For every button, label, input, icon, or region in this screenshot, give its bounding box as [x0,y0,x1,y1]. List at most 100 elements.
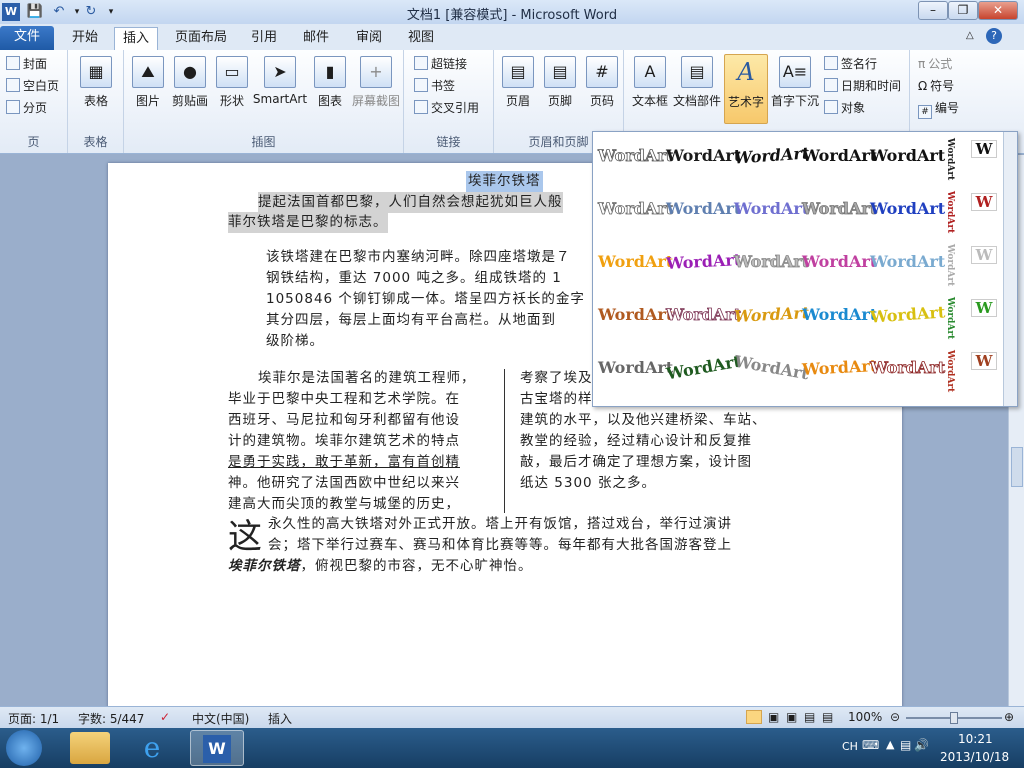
wordart-style-13[interactable]: WordArt [734,252,810,272]
tab-review[interactable]: 审阅 [348,27,390,50]
proofing-icon[interactable]: ✓ [160,710,170,724]
wordart-vertical-style-1[interactable]: WordArt [945,138,955,180]
doc-last-line1[interactable]: 永久性的高大铁塔对外正式开放。塔上开有饭馆，搭过戏台，举行过演讲 [268,514,732,535]
doc-col-right-line4[interactable]: 教堂的经验，经过精心设计和反复推 [520,431,752,452]
doc-para2-line4[interactable]: 其分四层，每层上面均有平台高栏。从地面到 [266,310,556,331]
insert-mode[interactable]: 插入 [268,710,292,727]
doc-col-right-line3[interactable]: 建筑的水平，以及他兴建桥梁、车站、 [520,410,767,431]
wordart-style-15[interactable]: WordArt [870,252,945,271]
quick-parts-button[interactable]: ▤ 文档部件 [672,54,722,124]
wordart-style-16[interactable]: WordArt [598,305,673,324]
wordart-style-12[interactable]: WordArt [666,250,742,273]
web-layout-icon[interactable]: ▣ [786,710,797,724]
bookmark-button[interactable]: 书签 [414,76,455,96]
tab-home[interactable]: 开始 [62,27,108,50]
doc-last-line2[interactable]: 会；塔下举行过赛车、赛马和体育比赛等等。每年都有大批各国游客登上 [268,535,732,556]
table-button[interactable]: ▦ 表格 [74,54,118,124]
doc-col-left-line4[interactable]: 计的建筑物。埃菲尔建筑艺术的特点 [228,431,460,452]
wordart-gallery[interactable]: WordArt WordArt WordArt WordArt WordArt WordA… [592,131,1018,407]
tab-references[interactable]: 引用 [244,27,284,50]
ie-taskbar-icon[interactable]: e [132,732,172,764]
doc-para2-line5[interactable]: 级阶梯。 [266,331,324,352]
network-icon[interactable]: ▤ [900,738,911,752]
tab-page-layout[interactable]: 页面布局 [166,27,236,50]
help-icon[interactable]: ? [986,28,1002,44]
input-language[interactable]: CH [842,740,858,753]
page-break-button[interactable]: 分页 [6,98,47,118]
wordart-w-style-1[interactable]: W [971,140,997,158]
doc-col-left-line2[interactable]: 毕业于巴黎中央工程和艺术学院。在 [228,389,460,410]
wordart-style-23[interactable]: WordArt [733,352,810,384]
zoom-level[interactable]: 100% [848,710,882,724]
doc-last-bold[interactable]: 埃菲尔铁塔 [228,558,301,574]
wordart-style-6[interactable]: WordArt [598,199,674,219]
symbol-button[interactable]: Ω 符号 [918,76,954,96]
wordart-vertical-style-5[interactable]: WordArt [945,350,955,392]
numbering-button[interactable]: # 编号 [918,98,959,119]
doc-col-right-line1[interactable]: 考察了埃及 [520,368,593,389]
volume-icon[interactable]: 🔊 [914,738,929,752]
dropcap-button[interactable]: A≡ 首字下沉 [770,54,820,124]
wordart-style-4[interactable]: WordArt [802,146,877,165]
doc-col-left-line7[interactable]: 建高大而尖顶的教堂与城堡的历史， [228,494,460,515]
gallery-scrollbar[interactable] [1003,132,1017,406]
scrollbar-thumb[interactable] [1011,447,1023,487]
doc-para1-line1[interactable]: 提起法国首都巴黎，人们自然会想起犹如巨人般 [258,192,563,213]
doc-last-rest[interactable]: ，俯视巴黎的市容，无不心旷神怡。 [301,558,533,574]
language[interactable]: 中文(中国) [192,710,249,727]
wordart-style-21[interactable]: WordArt [598,358,673,377]
doc-col-right-line5[interactable]: 敲，最后才确定了理想方案，设计图 [520,452,752,473]
clipart-button[interactable]: ● 剪贴画 [168,54,212,124]
cross-reference-button[interactable]: 交叉引用 [414,98,479,118]
word-taskbar-button[interactable]: W [190,730,244,766]
wordart-style-17[interactable]: WordArt [666,305,742,325]
doc-col-left-line3[interactable]: 西班牙、马尼拉和匈牙利都留有他设 [228,410,460,431]
equation-button[interactable]: π 公式 [918,54,952,74]
wordart-vertical-style-3[interactable]: WordArt [945,244,955,286]
wordart-style-2[interactable]: WordArt [666,146,741,165]
wordart-vertical-style-2[interactable]: WordArt [945,191,955,233]
zoom-out-icon[interactable]: ⊝ [890,710,900,724]
doc-col-left-line5[interactable]: 是勇于实践，敢于革新，富有首创精 [228,452,460,473]
doc-para1-line2[interactable]: 菲尔铁塔是巴黎的标志。 [228,212,388,233]
doc-para2-line1[interactable]: 该铁塔建在巴黎市内塞纳河畔。除四座塔墩是７ [266,247,571,268]
dropcap-letter[interactable]: 这 [228,517,263,557]
wordart-style-3[interactable]: WordArt [733,143,809,167]
wordart-w-style-5[interactable]: W [971,352,997,370]
wordart-style-11[interactable]: WordArt [598,252,673,271]
zoom-slider-thumb[interactable] [950,712,958,724]
screenshot-button[interactable]: + 屏幕截图 [350,54,402,124]
doc-col-left-line1[interactable]: 埃菲尔是法国著名的建筑工程师， [258,368,476,389]
wordart-w-style-2[interactable]: W [971,193,997,211]
doc-para2-line3[interactable]: 1050846 个铆钉铆成一体。塔呈四方袄长的金字 [266,289,585,310]
keyboard-icon[interactable]: ⌨ [862,738,879,752]
wordart-style-5[interactable]: WordArt [870,146,945,165]
page-number-button[interactable]: # 页码 [580,54,624,124]
wordart-style-10[interactable]: WordArt [870,199,945,218]
page-count[interactable]: 页面: 1/1 [8,710,59,727]
minimize-ribbon-icon[interactable]: △ [966,30,974,41]
wordart-style-14[interactable]: WordArt [802,252,877,271]
restore-button[interactable]: ❐ [948,1,978,20]
wordart-w-style-3[interactable]: W [971,246,997,264]
zoom-in-icon[interactable]: ⊕ [1004,710,1014,724]
doc-col-right-line2[interactable]: 古宝塔的样 [520,389,593,410]
wordart-style-22[interactable]: WordArt [665,352,742,384]
chart-button[interactable]: ▮ 图表 [308,54,352,124]
explorer-taskbar-icon[interactable] [70,732,110,764]
tray-arrow-icon[interactable]: ▲ [886,738,894,751]
doc-para2-line2[interactable]: 钢铁结构，重达 7000 吨之多。组成铁塔的 1 [266,268,562,289]
shapes-button[interactable]: ▭ 形状 [210,54,254,124]
close-button[interactable]: ✕ [978,1,1018,20]
doc-col-left-line6[interactable]: 神。他研究了法国西欧中世纪以来兴 [228,473,460,494]
smartart-button[interactable]: ➤ SmartArt [252,54,308,124]
wordart-vertical-style-4[interactable]: WordArt [945,297,955,339]
wordart-style-1[interactable]: WordArt [598,146,674,166]
tab-file[interactable]: 文件 [0,26,54,50]
picture-button[interactable]: ⛰ 图片 [126,54,170,124]
tab-view[interactable]: 视图 [400,27,442,50]
print-layout-icon[interactable] [746,710,762,724]
minimize-button[interactable]: – [918,1,948,20]
tab-insert[interactable]: 插入 [114,27,158,50]
clock-time[interactable]: 10:21 [958,732,993,746]
